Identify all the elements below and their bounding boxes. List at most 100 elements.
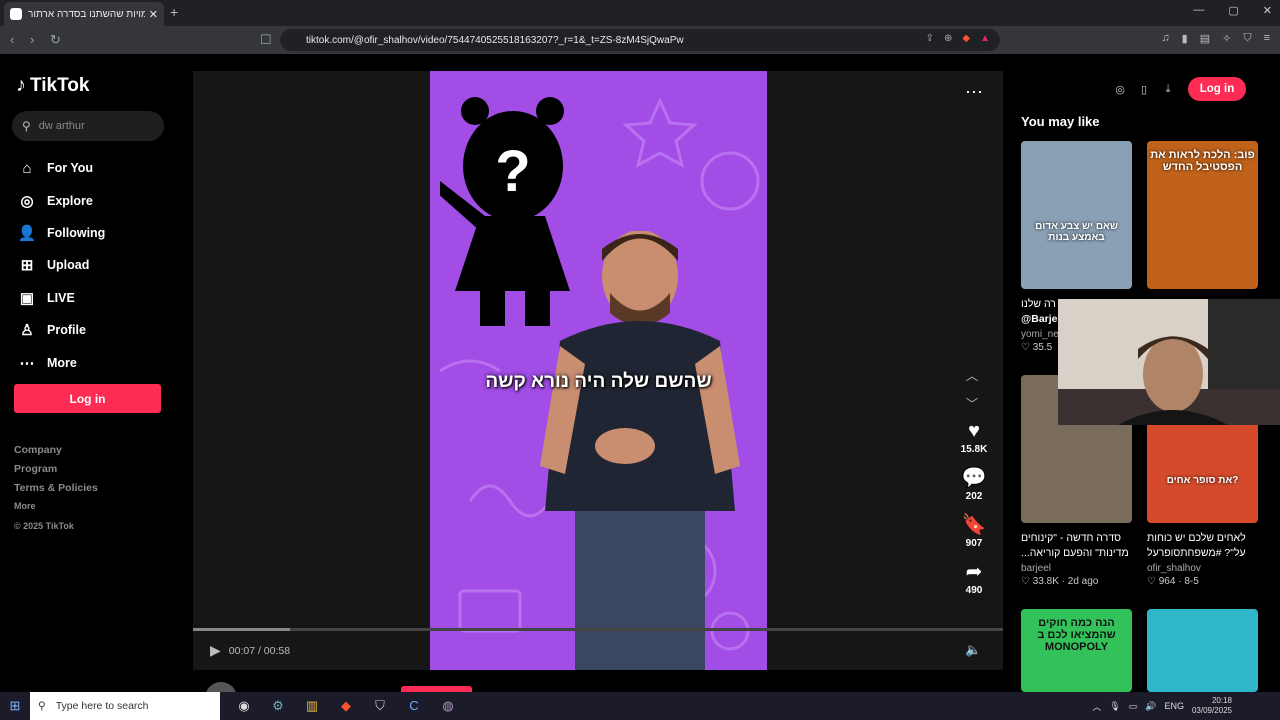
footer-terms-link[interactable]: Terms & Policies	[14, 482, 98, 494]
wallet-icon[interactable]: ▤	[1200, 32, 1210, 45]
more-options-icon[interactable]: ⋯	[965, 82, 983, 103]
profile-icon: ♙	[20, 322, 34, 340]
thumbnail-text: פוב: הלכת לראות את הפסטיבל החדש	[1150, 149, 1255, 173]
video-thumbnail: שאם יש צבע אדום באמצע בנות	[1021, 141, 1132, 289]
app-discord-icon[interactable]: ◍	[438, 698, 458, 714]
brave-rewards-icon[interactable]: ▲	[980, 33, 990, 44]
suggested-video-card[interactable]	[1147, 609, 1258, 692]
sidebar-item-profile[interactable]: ♙ Profile	[16, 314, 105, 346]
tiktok-note-icon: ♪	[16, 74, 26, 96]
suggested-video-card[interactable]: הנה כמה חוקים שהמציאו לכם ב MONOPOLY	[1021, 609, 1132, 692]
ai-icon[interactable]: ✧	[1222, 32, 1231, 45]
app-files-icon[interactable]: ▥	[302, 698, 322, 714]
zoom-icon[interactable]: ⊕	[944, 33, 952, 44]
tiktok-logo[interactable]: ♪ TikTok	[16, 74, 89, 97]
tab-close-icon[interactable]: ✕	[149, 8, 158, 21]
app-steam-icon[interactable]: ⚙	[268, 698, 288, 714]
compass-icon[interactable]: ◎	[1108, 83, 1132, 96]
comment-button[interactable]: 💬 202	[950, 467, 998, 502]
tray-chevron-icon[interactable]: ︿	[1092, 700, 1101, 713]
sidebar-item-more[interactable]: ⋯ More	[16, 346, 105, 378]
app-shield-icon[interactable]: ⛉	[370, 698, 390, 714]
svg-text:?: ?	[495, 139, 530, 204]
card-title-2: מדינות" והפעם קוריאה...	[1021, 547, 1129, 559]
browser-tab[interactable]: דמויות שהשתנו בסדרה ארתור | ... ✕	[4, 2, 164, 26]
video-nav-arrows: ︿ ﹀	[966, 362, 978, 418]
login-button[interactable]: Log in	[14, 384, 161, 413]
network-icon[interactable]: ▭	[1129, 701, 1138, 712]
like-button[interactable]: ♥ 15.8K	[950, 420, 998, 455]
app-obs-icon[interactable]: ◉	[234, 698, 254, 714]
taskbar-apps: ◉ ⚙ ▥ ◆ ⛉ C ◍	[234, 698, 458, 714]
app-ccleaner-icon[interactable]: C	[404, 698, 424, 714]
share-button[interactable]: ➦ 490	[950, 561, 998, 596]
video-thumbnail: פוב: הלכת לראות את הפסטיבל החדש	[1147, 141, 1258, 289]
url-input[interactable]: tiktok.com/@ofir_shalhov/video/754474052…	[280, 29, 1000, 51]
tiktok-favicon-icon	[10, 8, 22, 20]
phone-icon[interactable]: ▯	[1132, 83, 1156, 96]
card-user[interactable]: ofir_shalhov	[1147, 563, 1258, 574]
share-icon[interactable]: ⇪	[926, 33, 934, 44]
previous-video-icon[interactable]: ︿	[966, 362, 978, 390]
app-brave-icon[interactable]: ◆	[336, 698, 356, 714]
video-progress-bar[interactable]	[193, 628, 1003, 631]
maximize-button[interactable]: ▢	[1228, 4, 1238, 17]
sidebar-item-upload[interactable]: ⊞ Upload	[16, 249, 105, 281]
header-login-button[interactable]: Log in	[1188, 77, 1246, 101]
sidebar-icon[interactable]: ▮	[1182, 32, 1188, 45]
volume-tray-icon[interactable]: 🔊	[1145, 701, 1156, 712]
search-icon: ⚲	[22, 119, 31, 133]
back-icon[interactable]: ‹	[10, 32, 14, 47]
browser-toolbar: ♫ ▮ ▤ ✧ ⛉ ≡	[1161, 32, 1270, 45]
suggested-video-card[interactable]: פוב: הלכת לראות את הפסטיבל החדש	[1147, 141, 1258, 289]
next-video-icon[interactable]: ﹀	[966, 390, 978, 418]
streamer-webcam-image	[1058, 299, 1280, 425]
copyright: © 2025 TikTok	[14, 521, 74, 531]
video-controls: ▶ 00:07 / 00:58	[210, 642, 290, 659]
search-icon: ⚲	[38, 700, 46, 712]
footer-more-link[interactable]: More	[14, 501, 98, 511]
browser-tabbar: דמויות שהשתנו בסדרה ארתור | ... ✕ + — ▢ …	[0, 0, 1280, 26]
following-icon: 👤	[17, 224, 37, 242]
home-icon: ⌂	[22, 159, 32, 177]
vpn-icon[interactable]: ⛉	[1243, 32, 1251, 45]
comment-icon: 💬	[961, 467, 987, 489]
volume-icon[interactable]: 🔈	[965, 642, 981, 658]
new-tab-button[interactable]: +	[170, 4, 178, 20]
brave-shield-icon[interactable]: ◆	[962, 33, 970, 44]
menu-icon[interactable]: ≡	[1264, 32, 1270, 45]
sidebar-item-following[interactable]: 👤 Following	[16, 217, 106, 249]
video-frame[interactable]: ? שהשם שלה היה נורא קשה	[430, 71, 767, 670]
play-icon[interactable]: ▶	[210, 642, 221, 659]
forward-icon[interactable]: ›	[30, 32, 34, 47]
search-input[interactable]: ⚲ dw arthur	[12, 111, 164, 141]
windows-start-icon[interactable]: ⊞	[0, 698, 30, 714]
save-button[interactable]: 🔖 907	[950, 514, 998, 549]
window-controls: — ▢ ✕	[1193, 4, 1272, 17]
language-indicator[interactable]: ENG	[1164, 701, 1184, 711]
sidebar-item-for-you[interactable]: ⌂ For You	[16, 152, 105, 184]
sidebar-nav: ⌂ For You ◎ Explore 👤 Following ⊞ Upload ▣ LI…	[16, 152, 106, 379]
close-window-button[interactable]: ✕	[1263, 4, 1272, 17]
clock-date: 03/09/2025	[1191, 706, 1232, 715]
thumbnail-text: את סופר אחים?	[1166, 475, 1239, 486]
card-title: לאחים שלכם יש כוחות	[1147, 532, 1246, 544]
heart-icon: ♥	[968, 420, 980, 442]
mic-icon[interactable]: 🎙	[1109, 701, 1120, 712]
video-time: 00:07 / 00:58	[228, 644, 291, 657]
taskbar-search-input[interactable]: ⚲ Type here to search	[30, 692, 220, 720]
taskbar-clock[interactable]: 20:18 03/09/2025	[1192, 696, 1232, 716]
media-icon[interactable]: ♫	[1161, 32, 1169, 45]
card-meta: ♡ 33.8K · 2d ago	[1021, 576, 1099, 587]
video-caption: שהשם שלה היה נורא קשה	[485, 371, 712, 392]
footer-company-link[interactable]: Company	[14, 444, 98, 456]
card-user[interactable]: barjeel	[1021, 563, 1132, 574]
reload-icon[interactable]: ↻	[50, 32, 61, 48]
minimize-button[interactable]: —	[1193, 4, 1204, 17]
download-icon[interactable]: ⤓	[1156, 83, 1180, 96]
sidebar-item-explore[interactable]: ◎ Explore	[16, 184, 105, 216]
card-meta: ♡ 964 · 8-5	[1147, 576, 1199, 587]
footer-program-link[interactable]: Program	[14, 463, 98, 475]
bookmark-icon[interactable]: ☐	[260, 32, 272, 48]
sidebar-item-live[interactable]: ▣ LIVE	[16, 282, 105, 314]
